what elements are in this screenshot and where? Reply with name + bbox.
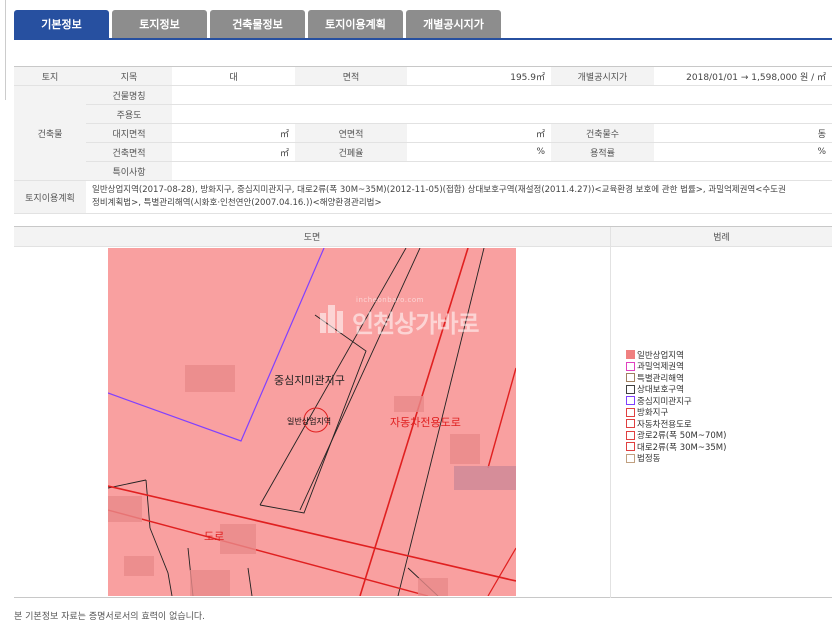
legend-item: 광로2류(폭 50M~70M) xyxy=(626,430,727,442)
blurred-patch xyxy=(185,365,235,392)
legend-swatch xyxy=(626,373,635,383)
legend-swatch xyxy=(626,361,635,371)
legend-item: 과밀억제권역 xyxy=(626,361,726,373)
legend-item: 자동차전용도로 xyxy=(626,418,726,430)
floor-area-label: 연면적 xyxy=(295,123,407,143)
footnote: 본 기본정보 자료는 증명서로서의 효력이 없습니다. xyxy=(14,612,206,622)
blurred-patch xyxy=(220,524,256,554)
special-row: 특이사항 xyxy=(14,161,832,181)
price-value: 2018/01/01 → 1,598,000 원 / ㎡ xyxy=(654,66,832,86)
area-label: 면적 xyxy=(295,66,407,86)
map-label-road-partial: 도로 xyxy=(204,530,224,543)
blurred-patch xyxy=(450,434,480,464)
main-use-value xyxy=(172,104,832,124)
blurred-patch xyxy=(454,466,516,490)
legend-swatch xyxy=(626,407,635,417)
legend-label: 중심지미관지구 xyxy=(637,396,692,407)
jimok-label: 지목 xyxy=(86,66,172,86)
legend-header: 범례 xyxy=(610,227,832,247)
map-label-zone: 일반상업지역 xyxy=(287,416,331,426)
legend-swatch xyxy=(626,453,635,463)
special-label: 특이사항 xyxy=(86,161,172,181)
legend-item: 법정동 xyxy=(626,453,726,465)
building-count-value: 동 xyxy=(654,123,832,143)
building-name-label: 건물명칭 xyxy=(86,85,172,105)
watermark-text: 인천상가바로 xyxy=(352,310,479,338)
legend-item: 상대보호구역 xyxy=(626,384,726,396)
blurred-patch xyxy=(418,578,448,596)
left-edge-border xyxy=(0,0,6,100)
tab-land-use-plan[interactable]: 토지이용계획 xyxy=(308,10,403,38)
legend-label: 특별관리해역 xyxy=(637,373,684,384)
legend-swatch xyxy=(626,350,635,360)
blurred-patch xyxy=(124,556,154,576)
building-area-label: 건축면적 xyxy=(86,142,172,162)
land-row: 토지 지목 대 면적 195.9㎡ 개별공시지가 2018/01/01 → 1,… xyxy=(14,66,832,86)
tab-underline xyxy=(14,38,832,40)
area-value: 195.9㎡ xyxy=(407,66,551,86)
building-area-value: ㎡ xyxy=(172,142,295,162)
building-area-row: 건축면적 ㎡ 건폐율 % 용적률 % xyxy=(14,142,832,162)
map-label-road-main: 자동차전용도로 xyxy=(390,416,461,429)
legend-item: 특별관리해역 xyxy=(626,372,726,384)
coverage-value: % xyxy=(407,142,551,162)
legend-label: 자동차전용도로 xyxy=(637,419,692,430)
coverage-label: 건폐율 xyxy=(295,142,407,162)
legend-label: 대로2류(폭 30M~35M) xyxy=(637,442,727,453)
site-area-label: 대지면적 xyxy=(86,123,172,143)
legend-swatch xyxy=(626,442,635,452)
tab-basic-info[interactable]: 기본정보 xyxy=(14,10,109,38)
legend-item: 중심지미관지구 xyxy=(626,395,726,407)
building-label: 건축물 xyxy=(14,85,86,181)
legend-swatch xyxy=(626,396,635,406)
plan-text-line2: 정비계획법>, 특별관리해역(시화호·인천연안(2007.04.16.))<해양… xyxy=(92,198,382,208)
legend-swatch xyxy=(626,419,635,429)
legend-label: 방화지구 xyxy=(637,408,669,419)
legend-label: 일반상업지역 xyxy=(637,350,684,361)
building-count-label: 건축물수 xyxy=(551,123,654,143)
building-name-row: 건축물 건물명칭 xyxy=(14,85,832,181)
tab-land-info[interactable]: 토지정보 xyxy=(112,10,207,38)
watermark-url: incheonbaro.com xyxy=(356,296,424,304)
tab-bar: 기본정보 토지정보 건축물정보 토지이용계획 개별공시지가 xyxy=(14,10,501,38)
site-area-row: 대지면적 ㎡ 연면적 ㎡ 건축물수 동 xyxy=(14,123,832,143)
legend-label: 상대보호구역 xyxy=(637,385,684,396)
plan-row: 토지이용계획 일반상업지역(2017-08-28), 방화지구, 중심지미관지구… xyxy=(14,180,832,214)
special-value xyxy=(172,161,832,181)
tab-building-info[interactable]: 건축물정보 xyxy=(210,10,305,38)
far-value: % xyxy=(654,142,832,162)
land-label: 토지 xyxy=(14,66,86,86)
watermark: incheonbaro.com 인천상가바로 xyxy=(318,296,479,339)
legend-item: 대로2류(폭 30M~35M) xyxy=(626,441,726,453)
tab-official-land-price[interactable]: 개별공시지가 xyxy=(406,10,501,38)
blurred-patch xyxy=(190,570,230,596)
building-name-value xyxy=(172,85,832,105)
map-header: 도면 xyxy=(14,227,610,247)
main-use-row: 주용도 xyxy=(14,104,832,124)
blurred-patch xyxy=(108,496,142,522)
site-area-value: ㎡ xyxy=(172,123,295,143)
map-label-district: 중심지미관지구 xyxy=(274,374,345,387)
legend-item: 일반상업지역 xyxy=(626,349,726,361)
map-legend: 일반상업지역 과밀억제권역 특별관리해역 상대보호구역 중심지미관지구 방화지구… xyxy=(626,349,726,464)
plan-value: 일반상업지역(2017-08-28), 방화지구, 중심지미관지구, 대로2류(… xyxy=(86,180,832,214)
legend-label: 법정동 xyxy=(637,454,661,465)
price-label: 개별공시지가 xyxy=(551,66,654,86)
legend-label: 과밀억제권역 xyxy=(637,362,684,373)
plan-text-line1: 일반상업지역(2017-08-28), 방화지구, 중심지미관지구, 대로2류(… xyxy=(92,185,786,195)
far-label: 용적률 xyxy=(551,142,654,162)
legend-swatch xyxy=(626,384,635,394)
legend-label: 광로2류(폭 50M~70M) xyxy=(637,431,727,442)
floor-area-value: ㎡ xyxy=(407,123,551,143)
plan-label: 토지이용계획 xyxy=(14,180,86,214)
legend-item: 방화지구 xyxy=(626,407,726,419)
legend-swatch xyxy=(626,430,635,440)
jimok-value: 대 xyxy=(172,66,295,86)
blurred-patch xyxy=(394,396,424,412)
building-logo-icon xyxy=(320,304,343,333)
main-use-label: 주용도 xyxy=(86,104,172,124)
basic-info-table: 토지 지목 대 면적 195.9㎡ 개별공시지가 2018/01/01 → 1,… xyxy=(14,66,832,214)
